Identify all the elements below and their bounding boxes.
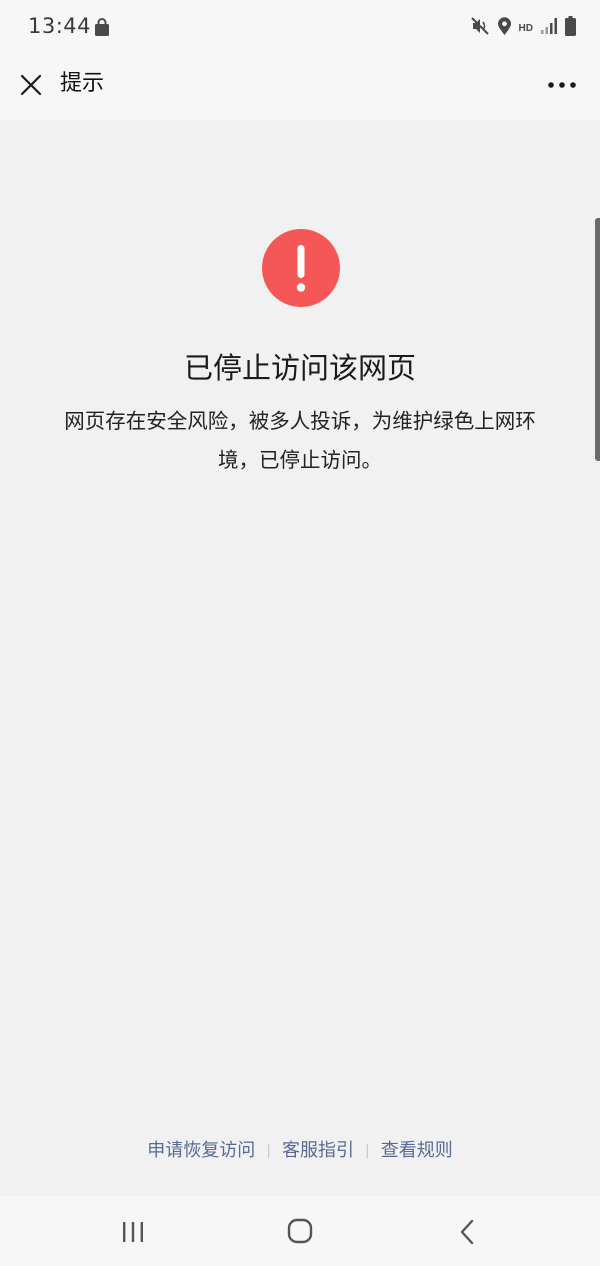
home-icon: [287, 1218, 313, 1244]
hd-label: HD: [518, 22, 533, 34]
exclamation-icon: [262, 229, 340, 307]
recents-button[interactable]: [118, 1220, 148, 1244]
signal-icon: [540, 17, 558, 39]
status-icons: HD: [470, 16, 576, 40]
apply-restore-link[interactable]: 申请恢复访问: [147, 1136, 255, 1166]
back-icon: [460, 1219, 474, 1245]
more-dots-icon: [548, 82, 576, 88]
mute-icon: [470, 16, 490, 40]
link-separator: |: [266, 1143, 271, 1159]
home-button[interactable]: [285, 1216, 315, 1246]
footer-links: 申请恢复访问 | 客服指引 | 查看规则: [0, 1136, 600, 1166]
shopping-bag-icon: [94, 18, 110, 41]
notice-title: 已停止访问该网页: [183, 351, 416, 385]
customer-service-link[interactable]: 客服指引: [282, 1136, 354, 1166]
title-bar: 提示: [0, 58, 600, 120]
close-button[interactable]: [14, 68, 48, 102]
notice-description: 网页存在安全风险，被多人投诉，为维护绿色上网环境，已停止访问。: [64, 409, 536, 472]
system-nav-bar: [0, 1196, 600, 1266]
location-icon: [497, 16, 512, 40]
status-bar: 13:44 HD: [0, 0, 600, 58]
link-separator: |: [365, 1143, 370, 1159]
recents-icon: [123, 1222, 143, 1242]
status-time: 13:44: [28, 14, 92, 38]
battery-icon: [565, 16, 576, 40]
close-icon: [20, 74, 42, 96]
scrollbar[interactable]: [595, 218, 600, 461]
back-button[interactable]: [455, 1218, 481, 1246]
more-button[interactable]: [542, 70, 582, 100]
view-rules-link[interactable]: 查看规则: [381, 1136, 453, 1166]
page-title: 提示: [60, 71, 105, 96]
